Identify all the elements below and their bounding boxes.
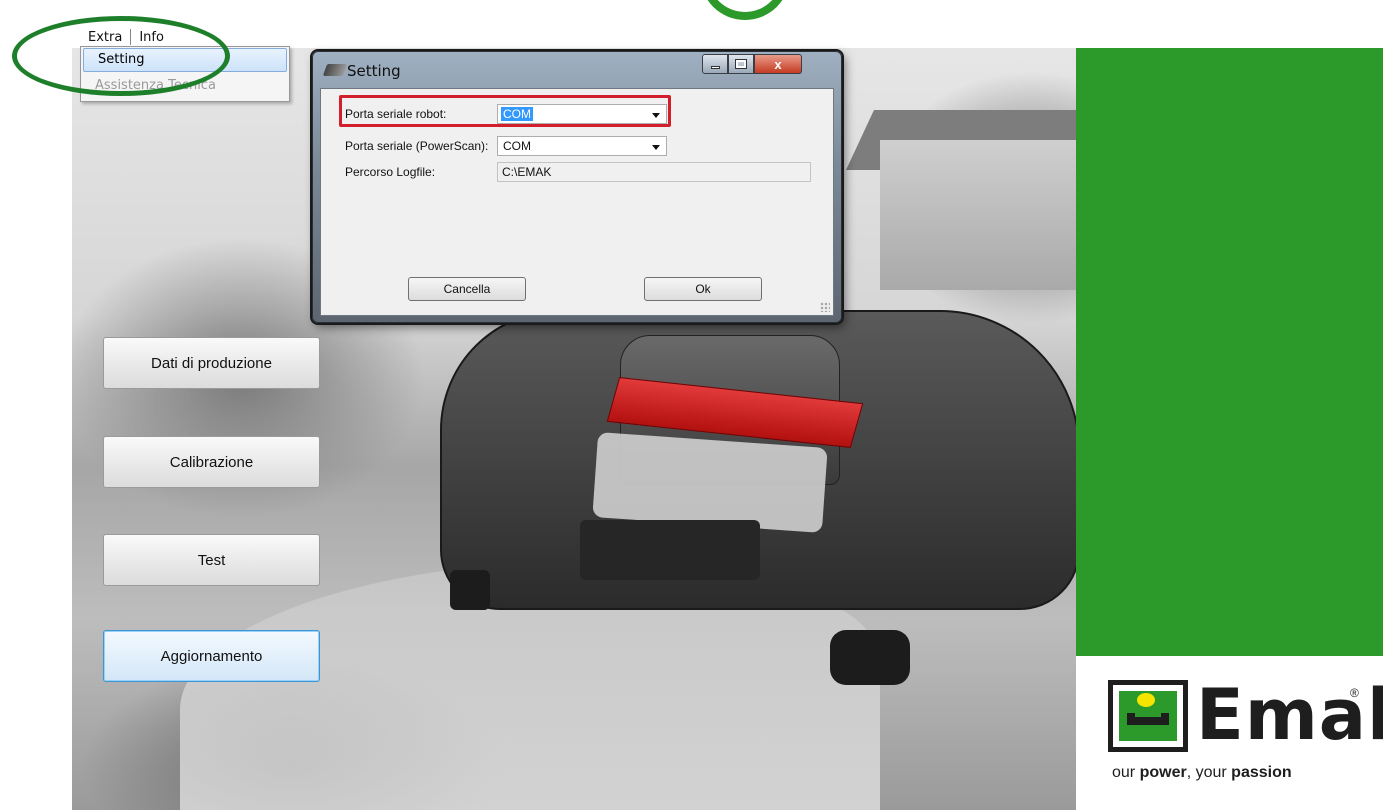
dialog-title: Setting [347, 62, 401, 80]
calibrazione-button[interactable]: Calibrazione [103, 436, 320, 488]
brand-green-panel [1076, 48, 1383, 656]
emak-logo: Emak ® our power, your passion [1100, 674, 1383, 790]
dati-di-produzione-button[interactable]: Dati di produzione [103, 337, 320, 389]
field-row-logfile-path: Percorso Logfile: C:\EMAK [321, 161, 833, 183]
field-row-powerscan-port: Porta seriale (PowerScan): COM [321, 135, 833, 157]
app-window: Emak ® our power, your passion Dati di p… [0, 0, 1383, 810]
logfile-path-label: Percorso Logfile: [345, 165, 436, 179]
mower-wheel-left [450, 570, 490, 610]
logfile-path-value: C:\EMAK [502, 165, 552, 179]
tagline-bold-power: power [1139, 764, 1187, 781]
close-button[interactable]: x [754, 54, 802, 74]
test-button[interactable]: Test [103, 534, 320, 586]
chevron-down-icon[interactable] [652, 145, 660, 150]
ok-button[interactable]: Ok [644, 277, 762, 301]
cancel-button[interactable]: Cancella [408, 277, 526, 301]
powerscan-port-value: COM [503, 139, 531, 153]
tagline-part: our [1112, 764, 1140, 781]
annotation-ellipse [12, 16, 230, 96]
registered-mark: ® [1350, 686, 1359, 700]
green-arc-decoration [700, 0, 790, 20]
tagline-part: , your [1186, 764, 1232, 781]
minimize-button[interactable] [702, 54, 728, 74]
maximize-button[interactable] [728, 54, 754, 74]
maximize-icon [735, 59, 747, 69]
robot-mower-image [430, 290, 1090, 690]
annotation-highlight-box [339, 95, 671, 127]
dialog-titlebar[interactable]: Setting x [313, 52, 841, 88]
tagline-bold-passion: passion [1231, 764, 1292, 781]
logo-mark-yellow-dot [1137, 693, 1155, 707]
close-icon: x [774, 56, 782, 72]
aggiornamento-button[interactable]: Aggiornamento [103, 630, 320, 682]
setting-dialog: Setting x Porta seriale robot: COM Porta… [312, 51, 842, 323]
emak-logo-mark [1108, 680, 1188, 752]
mower-keypad-graphic [592, 432, 828, 533]
powerscan-port-combo[interactable]: COM [497, 136, 667, 156]
logo-mark-arrow [1127, 713, 1169, 725]
minimize-icon [710, 65, 720, 69]
house-image [880, 140, 1076, 290]
mower-wheel-right [830, 630, 910, 685]
logo-tagline: our power, your passion [1112, 764, 1292, 782]
logfile-path-field[interactable]: C:\EMAK [497, 162, 811, 182]
powerscan-port-label: Porta seriale (PowerScan): [345, 139, 489, 153]
mower-handle-slot [580, 520, 760, 580]
dialog-app-icon [322, 64, 348, 76]
resize-grip-icon[interactable] [820, 302, 830, 312]
dialog-client-area: Porta seriale robot: COM Porta seriale (… [320, 88, 834, 316]
